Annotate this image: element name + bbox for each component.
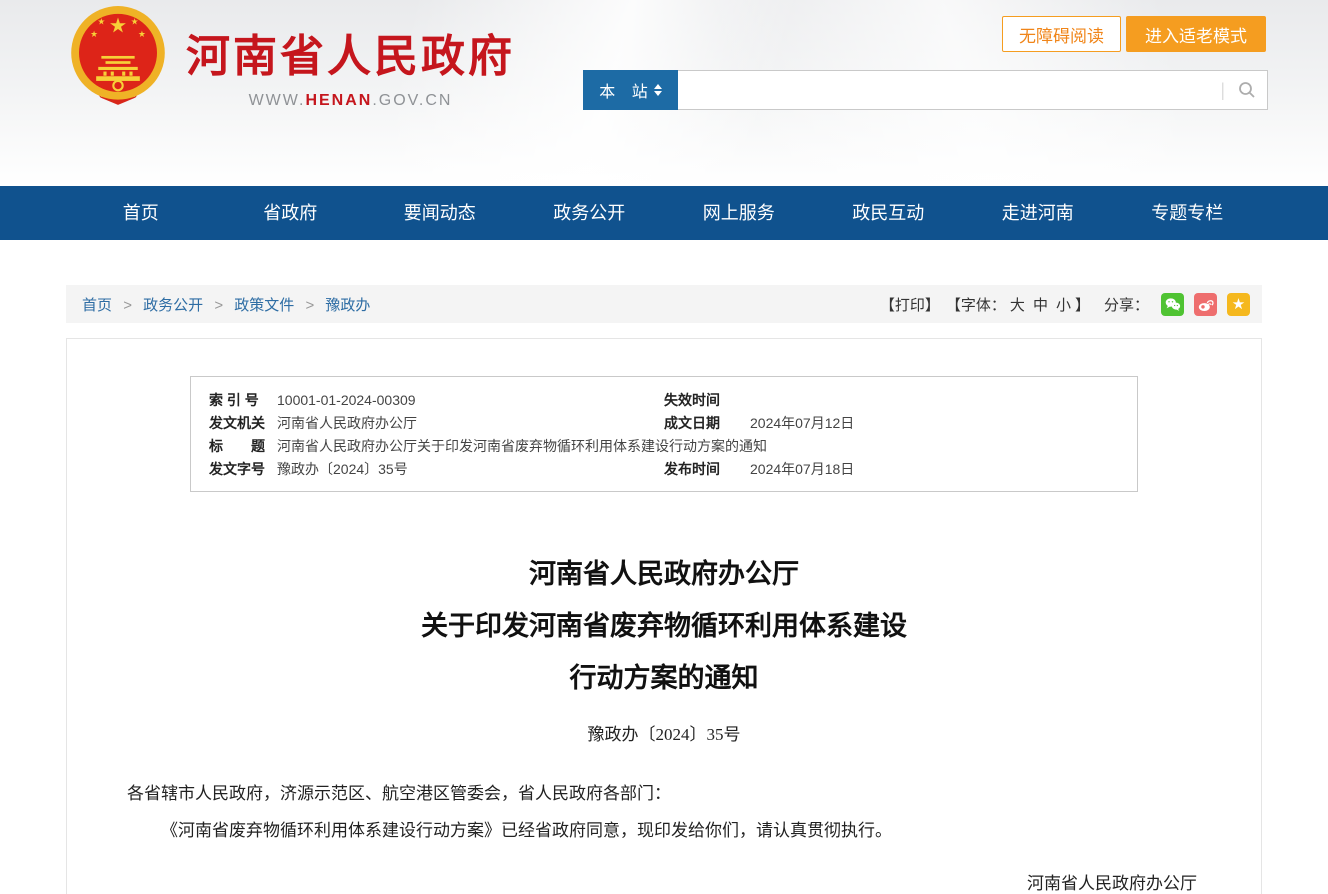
signature-org: 河南省人民政府办公厅 <box>67 865 1197 894</box>
site-header: 河南省人民政府 WWW.HENAN.GOV.CN 无障碍阅读 进入适老模式 本 … <box>0 0 1328 186</box>
search-input[interactable] <box>678 71 1220 109</box>
meta-row-title: 标 题 河南省人民政府办公厅关于印发河南省废弃物循环利用体系建设行动方案的通知 <box>191 435 1137 458</box>
breadcrumb-separator: > <box>305 297 314 314</box>
favorite-star-icon: ★ <box>1232 297 1245 312</box>
nav-item-gov-affairs[interactable]: 政务公开 <box>515 186 665 240</box>
document-card: 索 引 号 10001-01-2024-00309 失效时间 发文机关 河南省人… <box>66 338 1262 894</box>
site-logo[interactable]: 河南省人民政府 WWW.HENAN.GOV.CN <box>66 4 515 110</box>
meta-value-index: 10001-01-2024-00309 <box>269 389 664 412</box>
meta-row-index: 索 引 号 10001-01-2024-00309 失效时间 <box>191 389 1137 412</box>
font-size-medium[interactable]: 中 <box>1033 297 1048 314</box>
weibo-share-button[interactable] <box>1194 293 1217 316</box>
nav-item-online-services[interactable]: 网上服务 <box>664 186 814 240</box>
search-divider: | <box>1220 80 1225 101</box>
meta-label-title: 标 题 <box>191 435 269 458</box>
font-size-large[interactable]: 大 <box>1010 297 1025 314</box>
elder-mode-button[interactable]: 进入适老模式 <box>1126 16 1266 52</box>
accessibility-reading-button[interactable]: 无障碍阅读 <box>1002 16 1121 52</box>
document-paragraph: 《河南省废弃物循环利用体系建设行动方案》已经省政府同意，现印发给你们，请认真贯彻… <box>127 812 1201 849</box>
document-body: 各省辖市人民政府，济源示范区、航空港区管委会，省人民政府各部门： 《河南省废弃物… <box>127 775 1201 849</box>
meta-value-issuer: 河南省人民政府办公厅 <box>269 412 664 435</box>
document-meta-table: 索 引 号 10001-01-2024-00309 失效时间 发文机关 河南省人… <box>190 376 1138 492</box>
breadcrumb-separator: > <box>214 297 223 314</box>
header-actions: 无障碍阅读 进入适老模式 <box>1002 16 1266 52</box>
site-title: 河南省人民政府 <box>186 20 515 84</box>
nav-item-news[interactable]: 要闻动态 <box>365 186 515 240</box>
document-paragraph: 各省辖市人民政府，济源示范区、航空港区管委会，省人民政府各部门： <box>127 775 1201 812</box>
nav-item-provincial-gov[interactable]: 省政府 <box>216 186 366 240</box>
meta-label-written-date: 成文日期 <box>664 412 742 435</box>
meta-value-publish-date: 2024年07月18日 <box>742 458 1137 481</box>
weibo-icon <box>1196 295 1215 314</box>
meta-row-issuer: 发文机关 河南省人民政府办公厅 成文日期 2024年07月12日 <box>191 412 1137 435</box>
breadcrumb-gov-affairs[interactable]: 政务公开 <box>143 297 203 314</box>
meta-label-expiry: 失效时间 <box>664 389 742 412</box>
meta-value-expiry <box>742 389 1137 412</box>
meta-value-written-date: 2024年07月12日 <box>742 412 1137 435</box>
main-content: 首页 > 政务公开 > 政策文件 > 豫政办 【打印】 【字体：大中小】 分享： <box>66 285 1262 894</box>
breadcrumb-separator: > <box>123 297 132 314</box>
document-title-line: 行动方案的通知 <box>67 652 1261 704</box>
site-search: 本 站 | <box>583 70 1268 110</box>
document-title-line: 河南省人民政府办公厅 <box>67 548 1261 600</box>
nav-item-special-topics[interactable]: 专题专栏 <box>1113 186 1263 240</box>
nav-item-about-henan[interactable]: 走进河南 <box>963 186 1113 240</box>
document-title: 河南省人民政府办公厅 关于印发河南省废弃物循环利用体系建设 行动方案的通知 <box>67 548 1261 704</box>
meta-label-doc-number: 发文字号 <box>191 458 269 481</box>
meta-label-publish-date: 发布时间 <box>664 458 742 481</box>
meta-value-title: 河南省人民政府办公厅关于印发河南省废弃物循环利用体系建设行动方案的通知 <box>269 435 1137 458</box>
document-number: 豫政办〔2024〕35号 <box>67 720 1261 745</box>
meta-label-index: 索 引 号 <box>191 389 269 412</box>
font-size-controls: 【字体：大中小】 <box>946 294 1090 315</box>
document-signature: 河南省人民政府办公厅 2024年7月12日 <box>67 865 1261 894</box>
meta-value-doc-number: 豫政办〔2024〕35号 <box>269 458 664 481</box>
search-scope-label: 本 站 <box>599 78 653 102</box>
national-emblem-icon <box>66 4 170 110</box>
meta-label-issuer: 发文机关 <box>191 412 269 435</box>
page-tools: 【打印】 【字体：大中小】 分享： <box>880 293 1250 316</box>
breadcrumb: 首页 > 政务公开 > 政策文件 > 豫政办 <box>82 294 370 315</box>
search-button[interactable] <box>1237 80 1257 100</box>
sort-arrows-icon <box>654 84 662 96</box>
breadcrumb-policy-files[interactable]: 政策文件 <box>234 297 294 314</box>
font-size-small[interactable]: 小 <box>1056 297 1071 314</box>
nav-item-home[interactable]: 首页 <box>66 186 216 240</box>
main-nav: 首页 省政府 要闻动态 政务公开 网上服务 政民互动 走进河南 专题专栏 <box>0 186 1328 240</box>
search-icon <box>1237 80 1257 100</box>
wechat-icon <box>1163 295 1182 314</box>
breadcrumb-bar: 首页 > 政务公开 > 政策文件 > 豫政办 【打印】 【字体：大中小】 分享： <box>66 285 1262 323</box>
document-title-line: 关于印发河南省废弃物循环利用体系建设 <box>67 600 1261 652</box>
print-button[interactable]: 【打印】 <box>880 294 940 315</box>
share-label: 分享： <box>1104 294 1149 315</box>
wechat-share-button[interactable] <box>1161 293 1184 316</box>
favorite-star-button[interactable]: ★ <box>1227 293 1250 316</box>
search-field-wrap: | <box>678 70 1268 110</box>
search-scope-dropdown[interactable]: 本 站 <box>583 70 678 110</box>
site-url: WWW.HENAN.GOV.CN <box>186 92 515 110</box>
nav-item-interaction[interactable]: 政民互动 <box>814 186 964 240</box>
meta-row-doc-number: 发文字号 豫政办〔2024〕35号 发布时间 2024年07月18日 <box>191 458 1137 481</box>
breadcrumb-yuzhengban[interactable]: 豫政办 <box>325 297 370 314</box>
breadcrumb-home[interactable]: 首页 <box>82 297 112 314</box>
